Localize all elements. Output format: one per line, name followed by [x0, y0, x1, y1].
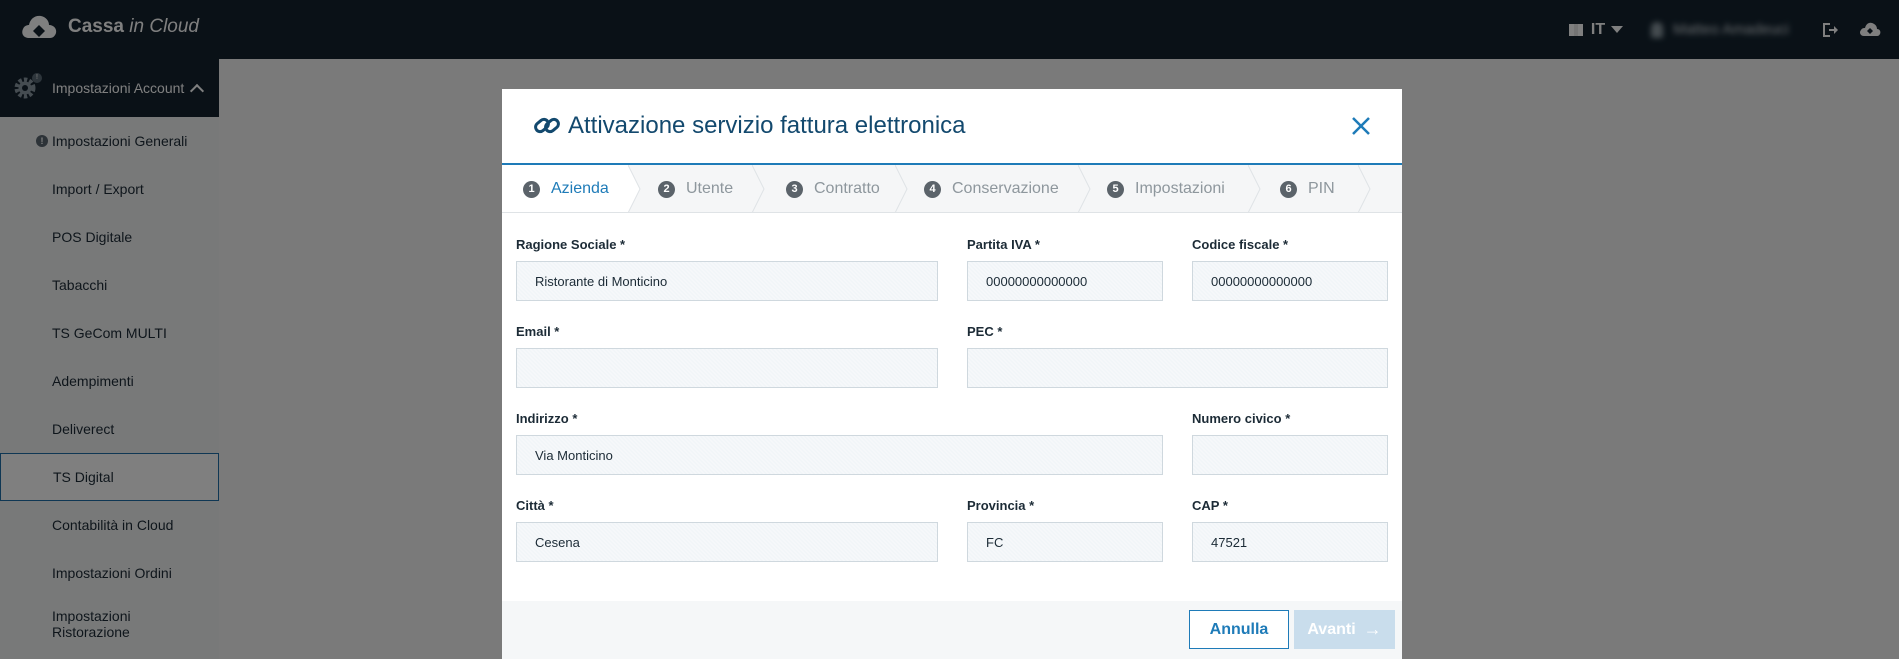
step-azienda[interactable]: 1 Azienda: [502, 165, 641, 212]
link-icon: [534, 117, 560, 134]
step-separator-icon: [1248, 165, 1261, 212]
partita-iva-field: Partita IVA * 00000000000000: [967, 237, 1163, 301]
email-input[interactable]: [516, 348, 938, 388]
step-label: Conservazione: [952, 180, 1059, 197]
provincia-field: Provincia * FC: [967, 498, 1163, 562]
step-label: PIN: [1308, 180, 1335, 197]
field-label: Partita IVA *: [967, 237, 1040, 252]
next-button[interactable]: Avanti →: [1294, 610, 1395, 649]
company-form: Ragione Sociale * Ristorante di Monticin…: [502, 213, 1402, 562]
step-utente[interactable]: 2 Utente: [629, 165, 765, 212]
step-label: Contratto: [814, 180, 880, 197]
dialog-header: Attivazione servizio fattura elettronica: [502, 89, 1402, 165]
step-separator-icon: [1078, 165, 1091, 212]
e-invoice-activation-dialog: Attivazione servizio fattura elettronica…: [502, 89, 1402, 659]
dialog-title: Attivazione servizio fattura elettronica: [568, 112, 966, 139]
ragione-sociale-input[interactable]: Ristorante di Monticino: [516, 261, 938, 301]
email-field: Email *: [516, 324, 938, 388]
step-separator-icon: [895, 165, 908, 212]
step-number: 3: [786, 180, 803, 198]
step-number: 6: [1280, 180, 1297, 198]
step-number: 4: [924, 180, 941, 198]
step-impostazioni[interactable]: 5 Impostazioni: [1079, 165, 1261, 212]
field-label: Numero civico *: [1192, 411, 1291, 426]
next-button-label: Avanti: [1307, 620, 1356, 638]
wizard-steps: 1 Azienda 2 Utente 3 Contratto 4 Conserv…: [502, 165, 1402, 213]
field-label: PEC *: [967, 324, 1003, 339]
ragione-sociale-field: Ragione Sociale * Ristorante di Monticin…: [516, 237, 938, 301]
dialog-footer: Annulla Avanti →: [502, 601, 1402, 659]
field-label: CAP *: [1192, 498, 1228, 513]
provincia-input[interactable]: FC: [967, 522, 1163, 562]
codice-fiscale-input[interactable]: 00000000000000: [1192, 261, 1388, 301]
citta-field: Città * Cesena: [516, 498, 938, 562]
numero-civico-field: Numero civico *: [1192, 411, 1388, 475]
step-separator-icon: [752, 165, 765, 212]
cap-field: CAP * 47521: [1192, 498, 1388, 562]
field-label: Indirizzo *: [516, 411, 578, 426]
field-label: Provincia *: [967, 498, 1035, 513]
cap-input[interactable]: 47521: [1192, 522, 1388, 562]
field-label: Città *: [516, 498, 554, 513]
pec-input[interactable]: [967, 348, 1388, 388]
field-label: Ragione Sociale *: [516, 237, 626, 252]
step-label: Utente: [686, 180, 734, 197]
step-label: Impostazioni: [1135, 180, 1225, 197]
codice-fiscale-field: Codice fiscale * 00000000000000: [1192, 237, 1388, 301]
cancel-button[interactable]: Annulla: [1189, 610, 1289, 649]
step-separator-icon: [628, 165, 641, 212]
step-contratto[interactable]: 3 Contratto: [753, 165, 908, 212]
field-label: Codice fiscale *: [1192, 237, 1289, 252]
step-number: 2: [658, 180, 675, 198]
step-separator-icon: [1358, 165, 1371, 212]
step-pin[interactable]: 6 PIN: [1249, 165, 1371, 212]
citta-input[interactable]: Cesena: [516, 522, 938, 562]
numero-civico-input[interactable]: [1192, 435, 1388, 475]
field-label: Email *: [516, 324, 560, 339]
indirizzo-field: Indirizzo * Via Monticino: [516, 411, 1163, 475]
step-number: 5: [1107, 180, 1124, 198]
partita-iva-input[interactable]: 00000000000000: [967, 261, 1163, 301]
indirizzo-input[interactable]: Via Monticino: [516, 435, 1163, 475]
step-label: Azienda: [551, 180, 609, 197]
step-number: 1: [523, 180, 540, 198]
arrow-right-icon: →: [1363, 619, 1382, 639]
pec-field: PEC *: [967, 324, 1388, 388]
close-icon[interactable]: [1348, 113, 1374, 139]
step-conservazione[interactable]: 4 Conservazione: [896, 165, 1091, 212]
